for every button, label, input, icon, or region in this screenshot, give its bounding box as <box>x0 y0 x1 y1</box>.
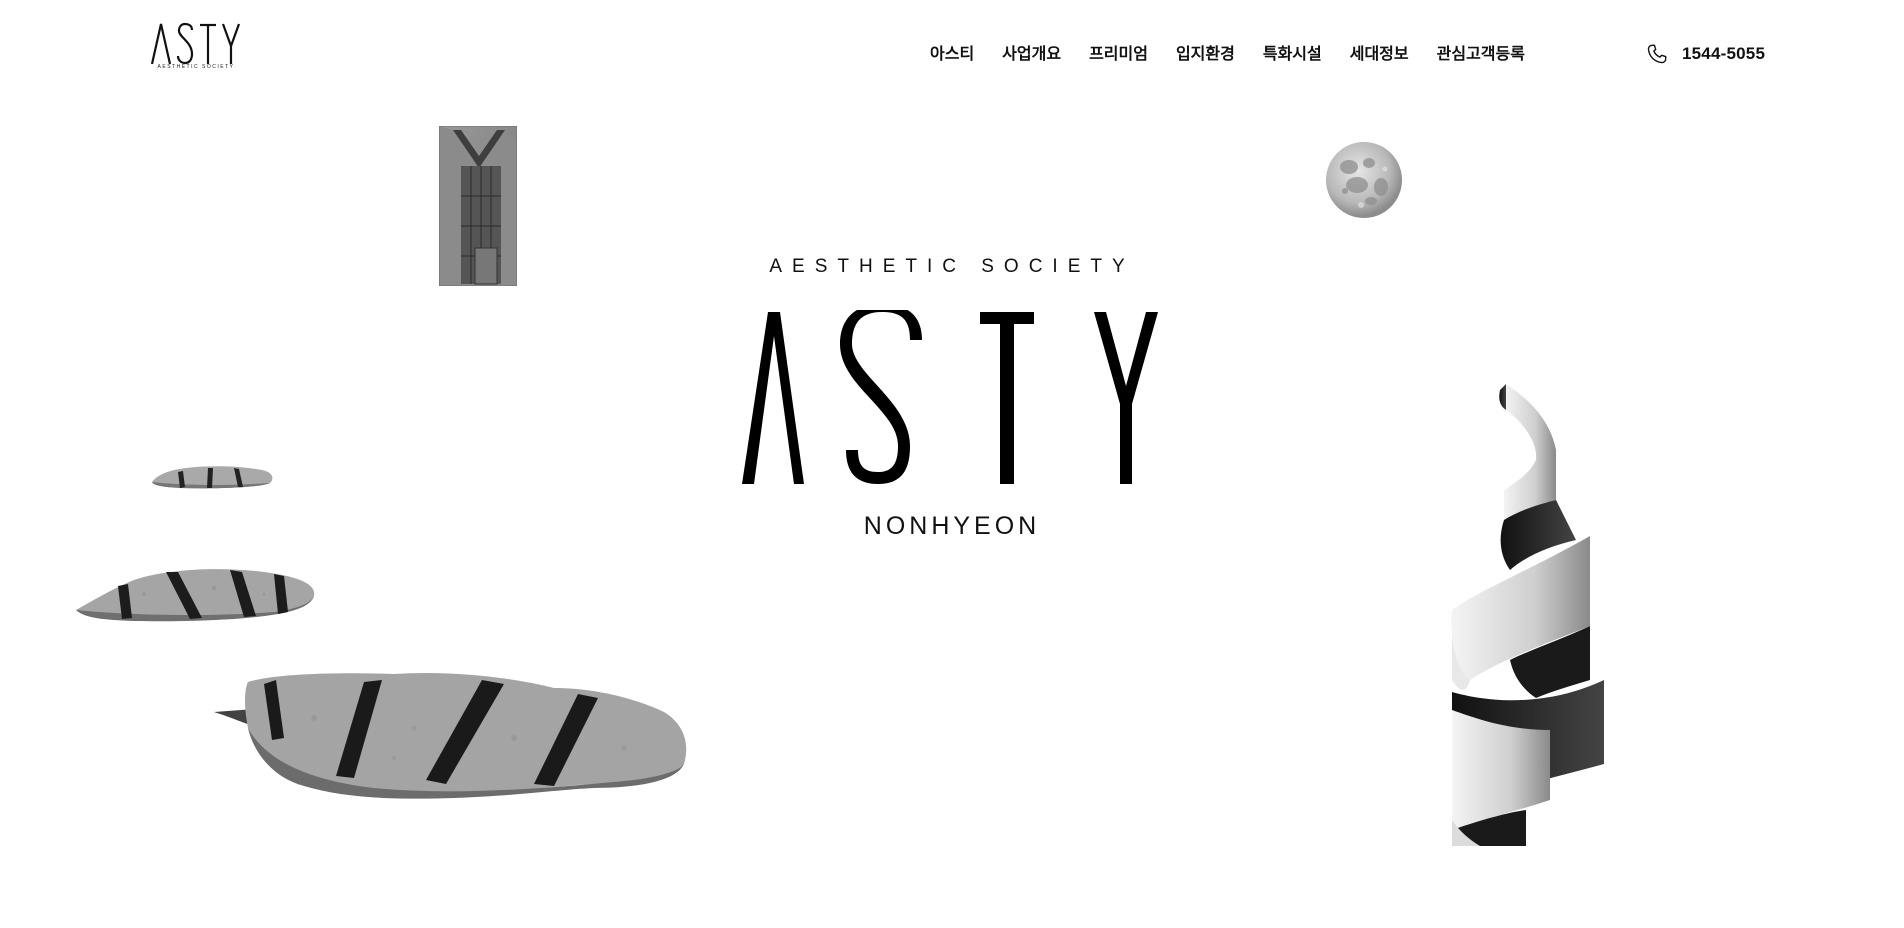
nav-item-asty[interactable]: 아스티 <box>930 42 974 66</box>
nav-item-premium[interactable]: 프리미엄 <box>1089 42 1148 66</box>
hero-location: NONHYEON <box>863 512 1041 540</box>
logo-wordmark <box>150 22 241 64</box>
hero-title <box>742 310 1158 484</box>
stone-large-image <box>214 672 687 799</box>
nav-item-facilities[interactable]: 특화시설 <box>1263 42 1322 66</box>
site-header: AESTHETIC SOCIETY 아스티 사업개요 프리미엄 입지환경 특화시… <box>0 0 1904 100</box>
phone-number: 1544-5055 <box>1682 44 1766 63</box>
main-nav: 아스티 사업개요 프리미엄 입지환경 특화시설 세대정보 관심고객등록 <box>930 42 1525 66</box>
phone-icon <box>1647 44 1667 64</box>
spiral-ribbon-image <box>1451 384 1604 846</box>
hero-subtitle: AESTHETIC SOCIETY <box>769 256 1135 277</box>
stone-small-image <box>152 466 273 489</box>
building-image <box>439 126 517 286</box>
phone-link[interactable]: 1544-5055 <box>1646 42 1765 66</box>
site-logo[interactable]: AESTHETIC SOCIETY <box>148 22 244 74</box>
nav-item-overview[interactable]: 사업개요 <box>1002 42 1061 66</box>
moon-image <box>1326 142 1402 218</box>
nav-item-location[interactable]: 입지환경 <box>1176 42 1235 66</box>
nav-item-register[interactable]: 관심고객등록 <box>1437 42 1525 66</box>
logo-tagline: AESTHETIC SOCIETY <box>157 64 235 70</box>
page: AESTHETIC SOCIETY 아스티 사업개요 프리미엄 입지환경 특화시… <box>0 0 1904 928</box>
nav-item-units[interactable]: 세대정보 <box>1350 42 1409 66</box>
stone-medium-image <box>76 569 315 622</box>
